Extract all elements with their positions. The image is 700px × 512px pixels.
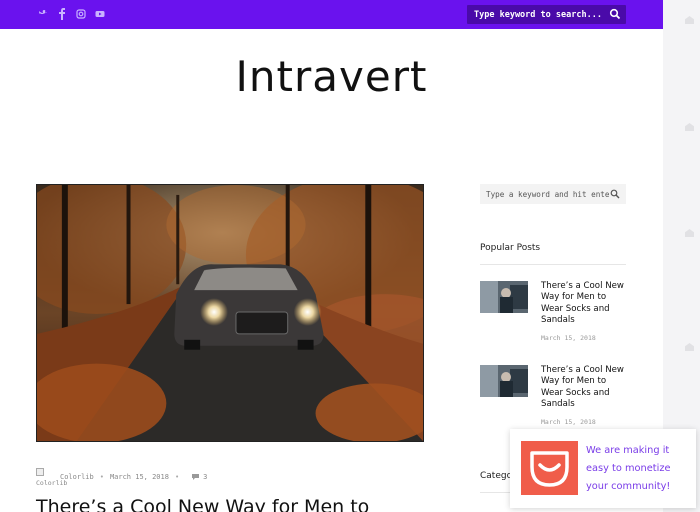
twitter-icon[interactable] bbox=[38, 7, 48, 21]
comment-count: 3 bbox=[203, 473, 208, 481]
header-search bbox=[467, 5, 626, 24]
facebook-icon[interactable] bbox=[57, 7, 67, 21]
search-icon[interactable] bbox=[610, 189, 620, 199]
header-search-input[interactable] bbox=[474, 7, 609, 22]
search-icon[interactable] bbox=[609, 8, 621, 20]
featured-post-image[interactable] bbox=[36, 184, 424, 442]
author-avatar[interactable]: Colorlib bbox=[36, 468, 67, 487]
popular-post-date: March 15, 2018 bbox=[541, 418, 596, 426]
meta-separator: • bbox=[174, 473, 180, 481]
strip-icon bbox=[685, 16, 694, 24]
popular-post-date: March 15, 2018 bbox=[541, 334, 596, 342]
meta-separator: • bbox=[99, 473, 104, 481]
popular-posts-title: Popular Posts bbox=[480, 243, 541, 253]
site-logo[interactable]: Intravert bbox=[0, 52, 663, 101]
popular-post-title[interactable]: There’s a Cool New Way for Men to Wear S… bbox=[541, 365, 629, 410]
top-bar bbox=[0, 0, 663, 29]
envelope-smile-icon bbox=[521, 441, 578, 495]
broken-image-icon bbox=[36, 468, 44, 476]
sidebar-search bbox=[480, 184, 626, 204]
post-title[interactable]: There’s a Cool New Way for Men to bbox=[36, 496, 436, 512]
post-comments[interactable]: 3 bbox=[191, 473, 207, 481]
promo-message: We are making it easy to monetize your c… bbox=[586, 445, 671, 492]
comment-icon bbox=[192, 474, 200, 480]
widget-divider bbox=[480, 264, 626, 265]
popular-post-title[interactable]: There’s a Cool New Way for Men to Wear S… bbox=[541, 281, 629, 326]
strip-icon bbox=[685, 229, 694, 237]
strip-icon bbox=[685, 343, 694, 351]
instagram-icon[interactable] bbox=[76, 7, 86, 21]
monetize-promo-popup[interactable]: We are making it easy to monetize your c… bbox=[510, 429, 696, 508]
popular-post-thumbnail[interactable] bbox=[480, 281, 528, 313]
popular-post-thumbnail[interactable] bbox=[480, 365, 528, 397]
strip-icon bbox=[685, 123, 694, 131]
author-avatar-alt: Colorlib bbox=[36, 479, 68, 487]
social-links bbox=[38, 7, 105, 21]
sidebar-search-input[interactable] bbox=[486, 187, 610, 201]
youtube-icon[interactable] bbox=[95, 7, 105, 21]
post-date: March 15, 2018 bbox=[109, 473, 169, 481]
post-meta: Colorlib Colorlib • March 15, 2018 • 3 bbox=[36, 468, 207, 487]
